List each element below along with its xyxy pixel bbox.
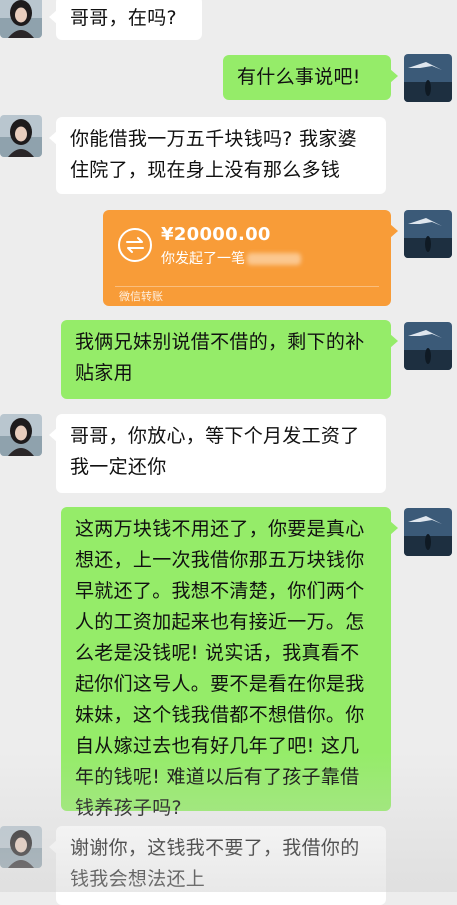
message-text: 谢谢你，这钱我不要了，我借你的钱我会想法还上 xyxy=(70,837,360,890)
message-text: 哥哥，你放心，等下个月发工资了我一定还你 xyxy=(70,425,360,478)
message-text: 有什么事说吧! xyxy=(237,66,361,88)
message-bubble[interactable]: 这两万块钱不用还了，你要是真心想还，上一次我借你那五万块钱你早就还了。我想不清楚… xyxy=(61,507,398,819)
message-text: 我俩兄妹别说借不借的，剩下的补贴家用 xyxy=(75,331,365,384)
message-bubble[interactable]: 你能借我一万五千块钱吗? 我家婆住院了，现在身上没有那么多钱 xyxy=(49,117,386,194)
message-bubble[interactable]: 谢谢你，这钱我不要了，我借你的钱我会想法还上 xyxy=(49,826,386,905)
sister-avatar[interactable] xyxy=(0,115,42,157)
brother-avatar[interactable] xyxy=(404,508,452,556)
transfer-card[interactable]: ¥20000.00 你发起了一笔 微信转账 xyxy=(103,210,398,306)
message-bubble[interactable]: 哥哥，你放心，等下个月发工资了我一定还你 xyxy=(49,414,386,493)
sister-avatar[interactable] xyxy=(0,826,42,868)
message-text: 你能借我一万五千块钱吗? 我家婆住院了，现在身上没有那么多钱 xyxy=(70,128,357,181)
transfer-amount: ¥20000.00 xyxy=(161,224,271,245)
message-text: 这两万块钱不用还了，你要是真心想还，上一次我借你那五万块钱你早就还了。我想不清楚… xyxy=(75,518,365,819)
brother-avatar[interactable] xyxy=(404,322,452,370)
chat-area: 哥哥，在吗? 有什么事说吧! 你能借我一万五千块钱吗? 我家婆住院了，现在身上没… xyxy=(0,0,457,905)
brother-avatar[interactable] xyxy=(404,210,452,258)
message-text: 哥哥，在吗? xyxy=(70,7,177,29)
message-bubble[interactable]: 我俩兄妹别说借不借的，剩下的补贴家用 xyxy=(61,320,398,399)
transfer-description: 你发起了一笔 xyxy=(161,248,301,268)
divider xyxy=(115,286,379,287)
message-bubble[interactable]: 哥哥，在吗? xyxy=(49,0,202,40)
brother-avatar[interactable] xyxy=(404,54,452,102)
sister-avatar[interactable] xyxy=(0,414,42,456)
transfer-arrows-icon xyxy=(118,228,152,262)
sister-avatar[interactable] xyxy=(0,0,42,38)
message-bubble[interactable]: 有什么事说吧! xyxy=(223,55,398,100)
transfer-footer: 微信转账 xyxy=(119,290,163,303)
